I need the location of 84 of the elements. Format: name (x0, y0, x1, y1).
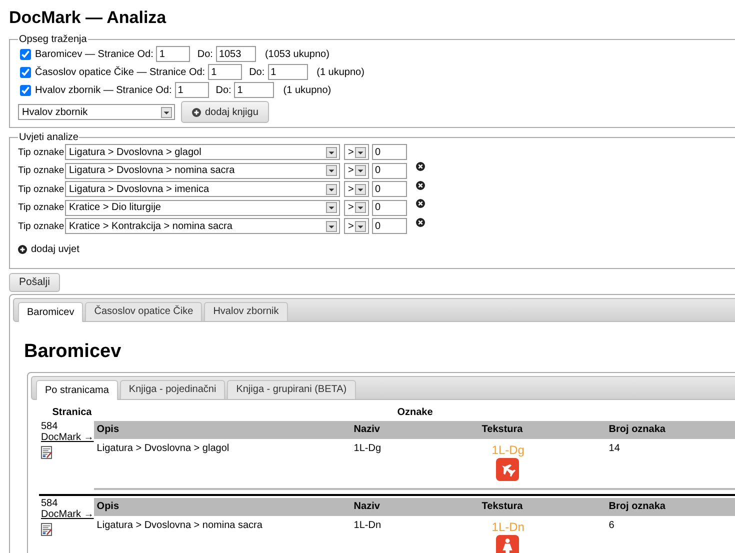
mark-type-dropdown[interactable]: Ligatura > Dvoslovna > nomina sacra (65, 162, 340, 179)
condition-label: Tip oznake (18, 184, 62, 195)
mark-type-dropdown[interactable]: Kratice > Dio liturgije (65, 200, 340, 216)
view-tab[interactable]: Knjiga - grupirani (BETA) (227, 380, 356, 398)
count-field[interactable]: 0 (372, 218, 407, 234)
mark-type-dropdown[interactable]: Ligatura > Dvoslovna > imenica (65, 181, 340, 198)
add-condition-link[interactable]: dodaj uvjet (31, 244, 80, 255)
to-page-field[interactable]: 1 (268, 64, 308, 80)
texture-label: 1L-Dn (492, 520, 524, 534)
book-checkbox[interactable] (20, 48, 31, 60)
plus-icon (192, 108, 201, 116)
count-field[interactable]: 0 (372, 200, 407, 216)
condition-label: Tip oznake (18, 146, 62, 158)
column-header: Stranica (52, 406, 92, 418)
column-header: Naziv (352, 501, 381, 512)
document-icon[interactable] (41, 522, 52, 536)
column-header: Tekstura (480, 424, 524, 435)
from-page-field[interactable]: 1 (208, 64, 242, 80)
count-field[interactable]: 0 (372, 162, 407, 179)
page-number: 584 (41, 498, 58, 508)
book-checkbox[interactable] (20, 66, 31, 78)
operator-dropdown[interactable]: > (344, 200, 369, 216)
mark-type-dropdown[interactable]: Ligatura > Dvoslovna > glagol (65, 144, 340, 160)
condition-label: Tip oznake (18, 165, 62, 176)
to-label: Do: (197, 48, 213, 60)
condition-label: Tip oznake (18, 202, 62, 214)
section-legend: Opseg traženja (18, 34, 88, 45)
column-header: Broj oznaka (608, 501, 666, 512)
to-label: Do: (249, 66, 265, 78)
remove-icon[interactable] (416, 218, 425, 227)
table-cell-text: 14 (608, 442, 621, 454)
docmark-link[interactable]: DocMark → (41, 432, 94, 444)
from-page-field[interactable]: 1 (174, 82, 209, 98)
docmark-link[interactable]: DocMark → (41, 508, 94, 520)
book-label: Baromicev — Stranice Od: (35, 48, 154, 60)
count-field[interactable]: 0 (372, 181, 407, 198)
remove-icon[interactable] (416, 199, 425, 208)
book-tab[interactable]: Časoslov opatice Čike (85, 302, 202, 320)
person-icon (496, 534, 519, 553)
remove-icon[interactable] (416, 180, 425, 190)
section-legend: Uvjeti analize (18, 132, 80, 143)
count-field[interactable]: 0 (372, 144, 407, 160)
book-checkbox[interactable] (20, 84, 31, 96)
view-tab[interactable]: Po stranicama (36, 380, 118, 400)
book-tab[interactable]: Baromicev (18, 302, 84, 322)
from-page-field[interactable]: 1 (156, 46, 190, 62)
table-cell-text: Ligatura > Dvoslovna > nomina sacra (96, 520, 264, 530)
to-page-field[interactable]: 1053 (216, 46, 256, 62)
book-label: Hvalov zbornik — Stranice Od: (35, 84, 172, 96)
page-total: (1 ukupno) (316, 66, 364, 78)
view-tab[interactable]: Knjiga - pojedinačni (120, 380, 226, 398)
airplane-icon (496, 458, 519, 480)
to-label: Do: (216, 84, 232, 96)
to-page-field[interactable]: 1 (234, 82, 274, 98)
book-tab[interactable]: Hvalov zbornik (204, 302, 288, 320)
document-icon[interactable] (41, 446, 52, 458)
column-header: Tekstura (480, 501, 524, 512)
texture-label: 1L-Dg (492, 442, 524, 456)
operator-dropdown[interactable]: > (344, 162, 369, 179)
book-heading: Baromicev (24, 340, 122, 362)
operator-dropdown[interactable]: > (344, 144, 369, 160)
column-header: Opis (96, 501, 120, 512)
page-title: DocMark — Analiza (9, 7, 168, 29)
column-header: Oznake (397, 406, 433, 420)
table-cell-text: Ligatura > Dvoslovna > glagol (96, 442, 230, 454)
book-label: Časoslov opatice Čike — Stranice Od: (35, 66, 206, 78)
column-header: Naziv (352, 424, 381, 435)
operator-dropdown[interactable]: > (344, 181, 369, 198)
column-header: Opis (96, 424, 120, 435)
condition-label: Tip oznake (18, 220, 62, 232)
submit-button[interactable]: Pošalji (9, 272, 60, 292)
table-cell-text: 1L-Dn (352, 520, 382, 530)
add-icon[interactable] (18, 245, 27, 254)
mark-type-dropdown[interactable]: Kratice > Kontrakcija > nomina sacra (65, 218, 340, 234)
column-header: Broj oznaka (608, 424, 666, 435)
page-total: (1053 ukupno) (264, 48, 330, 60)
remove-icon[interactable] (416, 162, 425, 172)
page-total: (1 ukupno) (283, 84, 332, 96)
table-cell-text: 6 (608, 520, 616, 530)
book-dropdown[interactable]: Hvalov zbornik (18, 104, 175, 120)
operator-dropdown[interactable]: > (344, 218, 369, 234)
page-number: 584 (41, 420, 58, 432)
table-cell-text: 1L-Dg (352, 442, 382, 454)
add-book-button[interactable]: dodaj knjigu (181, 101, 270, 123)
